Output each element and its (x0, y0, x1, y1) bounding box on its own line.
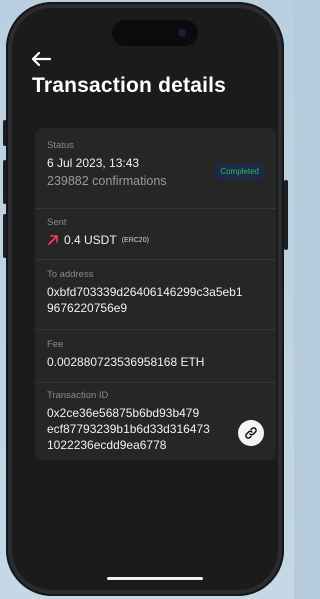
transaction-id-line-3: 1022236ecdd9ea6778 (47, 438, 167, 452)
to-address-row: To address 0xbfd703339d26406146299c3a5eb… (35, 269, 276, 316)
front-camera (178, 29, 186, 37)
copy-link-button[interactable] (238, 420, 264, 446)
divider (35, 329, 276, 330)
sent-row: Sent 0.4 USDT (ERC20) (35, 217, 276, 248)
transaction-id-row: Transaction ID 0x2ce36e56875b6bd93b479 e… (35, 390, 276, 453)
sent-label: Sent (47, 217, 67, 228)
transaction-id-line-2: ecf87793239b1b6d33d316473 (47, 422, 210, 436)
token-standard: (ERC20) (121, 236, 149, 244)
arrow-up-right-icon (48, 235, 58, 245)
fee-label: Fee (47, 339, 64, 350)
arrow-left-icon (31, 51, 52, 67)
status-badge: Completed (215, 164, 264, 179)
home-indicator[interactable] (107, 577, 203, 580)
transaction-id-line-1: 0x2ce36e56875b6bd93b479 (47, 406, 200, 420)
back-button[interactable] (30, 50, 52, 68)
page-title: Transaction details (32, 74, 227, 97)
transaction-id-label: Transaction ID (47, 390, 109, 401)
divider (35, 259, 276, 260)
power-button (284, 180, 288, 250)
phone-screen: Transaction details Status 6 Jul 2023, 1… (12, 8, 278, 590)
dynamic-island (112, 20, 198, 46)
to-address-line-2: 9676220756e9 (47, 301, 128, 315)
stage: Transaction details Status 6 Jul 2023, 1… (0, 0, 294, 599)
transaction-details-card: Status 6 Jul 2023, 13:43 239882 confirma… (35, 128, 276, 460)
fee-value: 0.002880723536958168 ETH (47, 355, 205, 369)
fee-row: Fee 0.002880723536958168 ETH (35, 339, 276, 370)
sent-amount: 0.4 USDT (64, 233, 117, 247)
to-address-label: To address (47, 269, 94, 280)
sent-amount-line: 0.4 USDT (ERC20) (47, 232, 264, 248)
divider (35, 382, 276, 383)
status-label: Status (47, 140, 74, 151)
link-icon (245, 427, 257, 439)
to-address-line-1: 0xbfd703339d26406146299c3a5eb1 (47, 285, 243, 299)
status-row: Status 6 Jul 2023, 13:43 239882 confirma… (35, 140, 276, 190)
divider (35, 208, 276, 209)
